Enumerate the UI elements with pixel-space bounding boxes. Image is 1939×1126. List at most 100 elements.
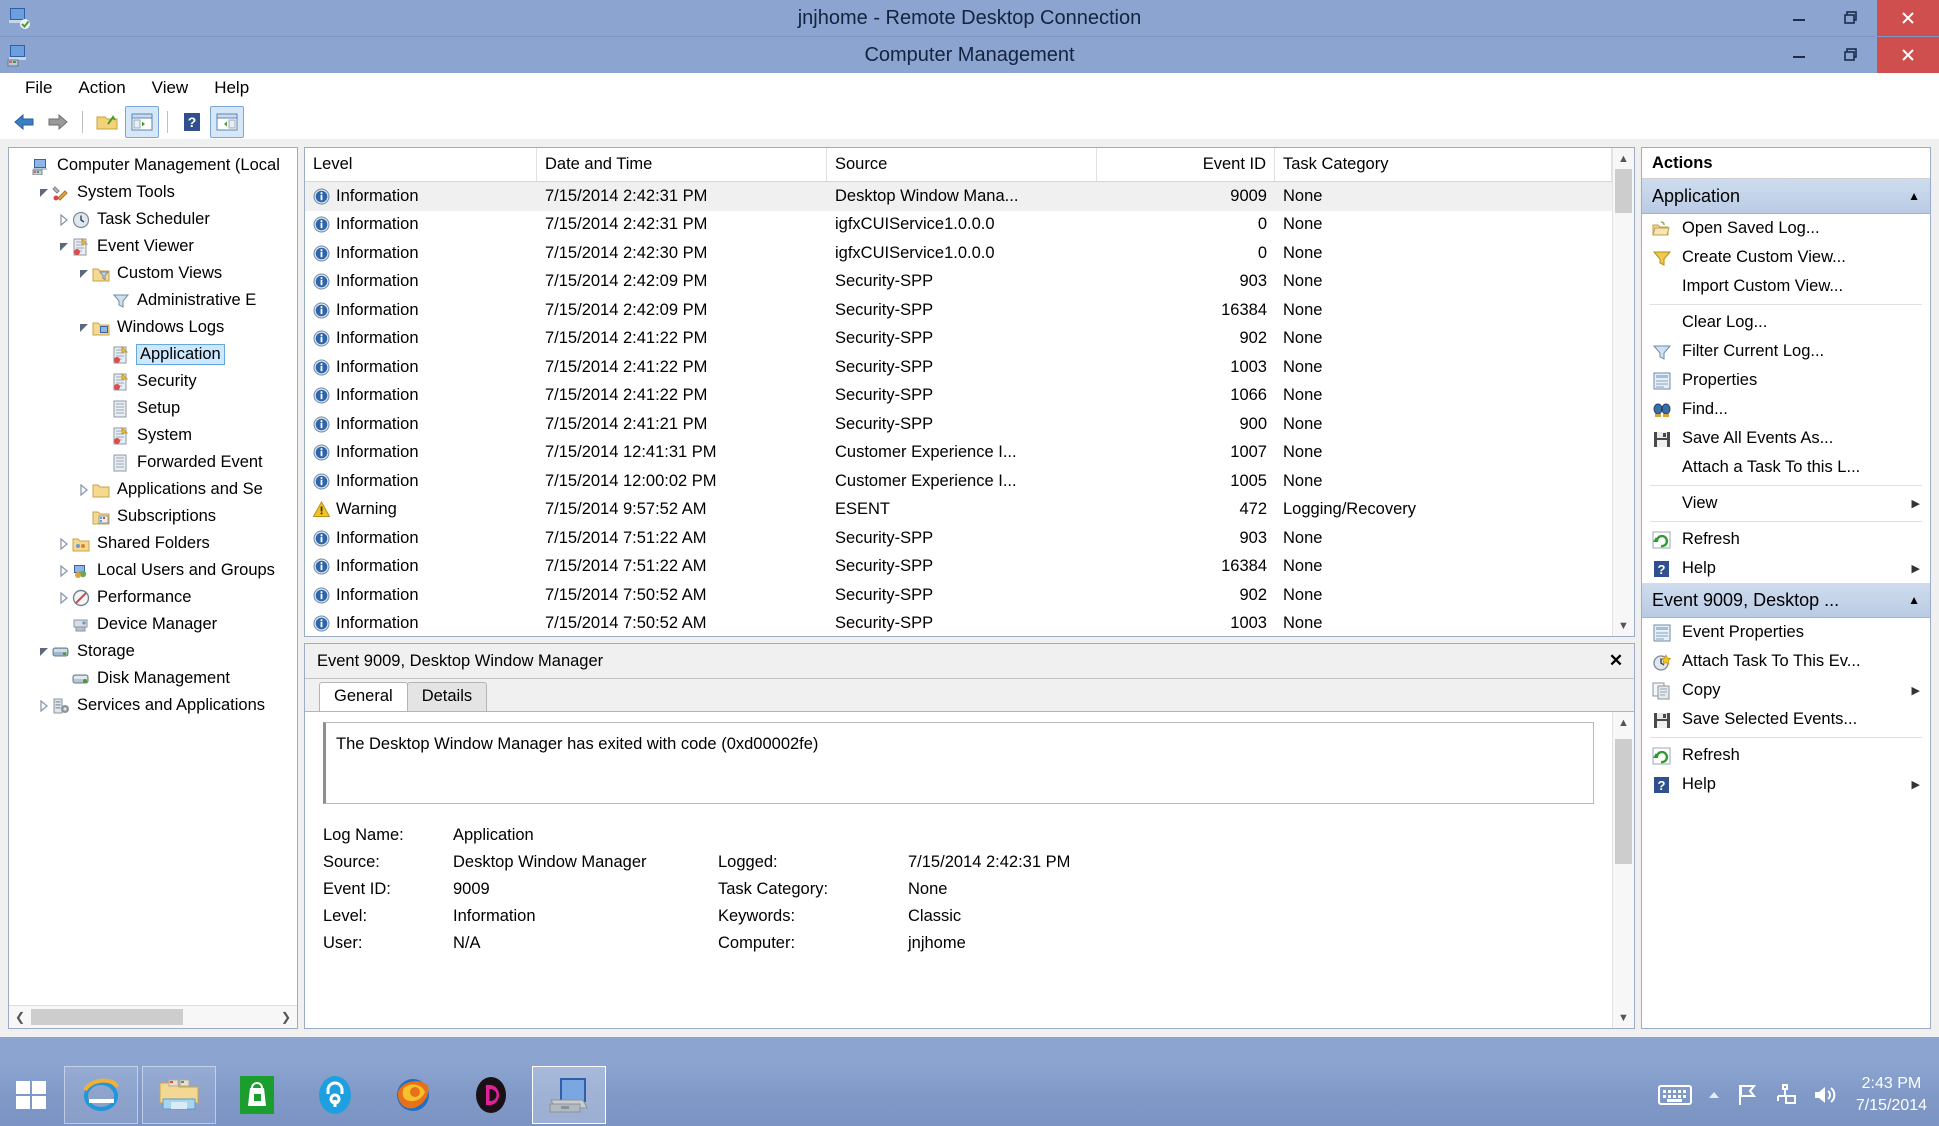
event-row[interactable]: Information 7/15/2014 2:41:22 PM Security-… [305,353,1612,382]
action-item-help[interactable]: ? Help ▶ [1642,770,1930,799]
menu-help[interactable]: Help [201,75,262,101]
tree-item-custom-views[interactable]: Custom Views [9,260,297,287]
action-item-help[interactable]: ? Help ▶ [1642,554,1930,583]
taskbar-windows-store[interactable] [220,1066,294,1124]
event-detail-vertical-scrollbar[interactable]: ▲ ▼ [1612,712,1634,1028]
scroll-up-icon[interactable]: ▲ [1613,148,1634,169]
column-header-task-category[interactable]: Task Category [1275,148,1612,181]
scroll-left-icon[interactable]: ❮ [9,1007,31,1027]
action-item-properties[interactable]: Properties [1642,366,1930,395]
action-item-import-custom-view[interactable]: Import Custom View... [1642,272,1930,301]
back-arrow-icon[interactable] [8,107,40,137]
rdp-close-button[interactable] [1877,0,1939,36]
taskbar-password-manager[interactable] [298,1066,372,1124]
tree-item-performance[interactable]: Performance [9,584,297,611]
column-header-source[interactable]: Source [827,148,1097,181]
cm-restore-button[interactable] [1825,37,1877,73]
tab-details[interactable]: Details [406,682,488,711]
taskbar-file-explorer[interactable] [142,1066,216,1124]
action-item-refresh[interactable]: Refresh [1642,525,1930,554]
actions-group-header[interactable]: Application ▲ [1642,179,1930,214]
tree-item-security[interactable]: Security [9,368,297,395]
taskbar-remote-desktop[interactable] [532,1066,606,1124]
action-item-attach-a-task-to-this-l[interactable]: Attach a Task To this L... [1642,453,1930,482]
event-list-scroll-track[interactable] [1613,169,1634,615]
tree-item-services-and-applications[interactable]: Services and Applications [9,692,297,719]
action-item-find[interactable]: Find... [1642,395,1930,424]
action-item-attach-task-to-this-ev[interactable]: Attach Task To This Ev... [1642,647,1930,676]
chevron-right-icon[interactable] [55,537,72,550]
rdp-minimize-button[interactable] [1773,0,1825,36]
event-row[interactable]: Information 7/15/2014 2:41:22 PM Security-… [305,325,1612,354]
taskbar-media-player[interactable] [454,1066,528,1124]
event-row[interactable]: Information 7/15/2014 2:42:09 PM Security-… [305,296,1612,325]
tree-horizontal-scrollbar[interactable]: ❮ ❯ [9,1005,297,1028]
volume-icon[interactable] [1812,1083,1838,1107]
tree-item-local-users-and-groups[interactable]: Local Users and Groups [9,557,297,584]
chevron-down-icon[interactable] [75,268,92,280]
cm-close-button[interactable] [1877,37,1939,73]
chevron-down-icon[interactable] [35,187,52,199]
help-icon[interactable]: ? [176,107,208,137]
event-list-scroll-thumb[interactable] [1615,169,1632,213]
show-hide-action-pane-icon[interactable] [210,106,244,138]
close-icon[interactable]: ✕ [1602,648,1630,674]
chevron-right-icon[interactable] [55,213,72,226]
tree-item-subscriptions[interactable]: Subscriptions [9,503,297,530]
menu-file[interactable]: File [12,75,65,101]
action-item-filter-current-log[interactable]: Filter Current Log... [1642,337,1930,366]
event-row[interactable]: Information 7/15/2014 12:00:02 PM Customer… [305,467,1612,496]
chevron-right-icon[interactable] [55,564,72,577]
action-item-create-custom-view[interactable]: Create Custom View... [1642,243,1930,272]
show-hidden-icons-icon[interactable] [1706,1089,1722,1101]
chevron-down-icon[interactable] [55,241,72,253]
event-list-vertical-scrollbar[interactable]: ▲ ▼ [1612,148,1634,636]
event-row[interactable]: Warning 7/15/2014 9:57:52 AM ESENT 472 Loggi… [305,496,1612,525]
tree-item-applications-and-se[interactable]: Applications and Se [9,476,297,503]
action-item-copy[interactable]: Copy ▶ [1642,676,1930,705]
column-header-event-id[interactable]: Event ID [1097,148,1275,181]
event-row[interactable]: Information 7/15/2014 2:42:30 PM igfxCUISe… [305,239,1612,268]
scroll-right-icon[interactable]: ❯ [275,1007,297,1027]
event-row[interactable]: Information 7/15/2014 2:42:31 PM igfxCUISe… [305,211,1612,240]
menu-view[interactable]: View [139,75,202,101]
tree-item-shared-folders[interactable]: Shared Folders [9,530,297,557]
taskbar-internet-explorer[interactable] [64,1066,138,1124]
chevron-right-icon[interactable] [55,591,72,604]
chevron-right-icon[interactable] [35,699,52,712]
tree-item-setup[interactable]: Setup [9,395,297,422]
network-icon[interactable] [1772,1083,1798,1107]
detail-scroll-up-icon[interactable]: ▲ [1613,712,1634,733]
chevron-up-icon[interactable]: ▲ [1908,593,1920,607]
event-row[interactable]: Information 7/15/2014 12:41:31 PM Customer… [305,439,1612,468]
action-item-save-selected-events[interactable]: Save Selected Events... [1642,705,1930,734]
tree-item-event-viewer[interactable]: Event Viewer [9,233,297,260]
taskbar-firefox[interactable] [376,1066,450,1124]
keyboard-icon[interactable] [1657,1083,1692,1107]
up-one-level-icon[interactable] [91,107,123,137]
action-item-open-saved-log[interactable]: Open Saved Log... [1642,214,1930,243]
event-row[interactable]: Information 7/15/2014 7:51:22 AM Security-… [305,524,1612,553]
cm-minimize-button[interactable] [1773,37,1825,73]
tree-item-administrative-e[interactable]: Administrative E [9,287,297,314]
tab-general[interactable]: General [319,682,408,711]
rdp-restore-button[interactable] [1825,0,1877,36]
action-item-clear-log[interactable]: Clear Log... [1642,308,1930,337]
tree-item-disk-management[interactable]: Disk Management [9,665,297,692]
detail-scroll-track[interactable] [1613,733,1634,1007]
action-item-event-properties[interactable]: Event Properties [1642,618,1930,647]
event-row[interactable]: Information 7/15/2014 2:41:22 PM Security-… [305,382,1612,411]
start-button[interactable] [0,1064,62,1126]
menu-action[interactable]: Action [65,75,138,101]
detail-scroll-down-icon[interactable]: ▼ [1613,1007,1634,1028]
actions-group-header[interactable]: Event 9009, Desktop ... ▲ [1642,583,1930,618]
tree-item-windows-logs[interactable]: Windows Logs [9,314,297,341]
action-center-flag-icon[interactable] [1736,1083,1758,1107]
tree-hscroll-thumb[interactable] [31,1009,183,1025]
event-row[interactable]: Information 7/15/2014 2:42:09 PM Security-… [305,268,1612,297]
show-hide-tree-icon[interactable] [125,106,159,138]
column-header-date-time[interactable]: Date and Time [537,148,827,181]
tree-item-application[interactable]: Application [9,341,297,368]
chevron-down-icon[interactable] [35,646,52,658]
event-row[interactable]: Information 7/15/2014 7:50:52 AM Security-… [305,610,1612,637]
